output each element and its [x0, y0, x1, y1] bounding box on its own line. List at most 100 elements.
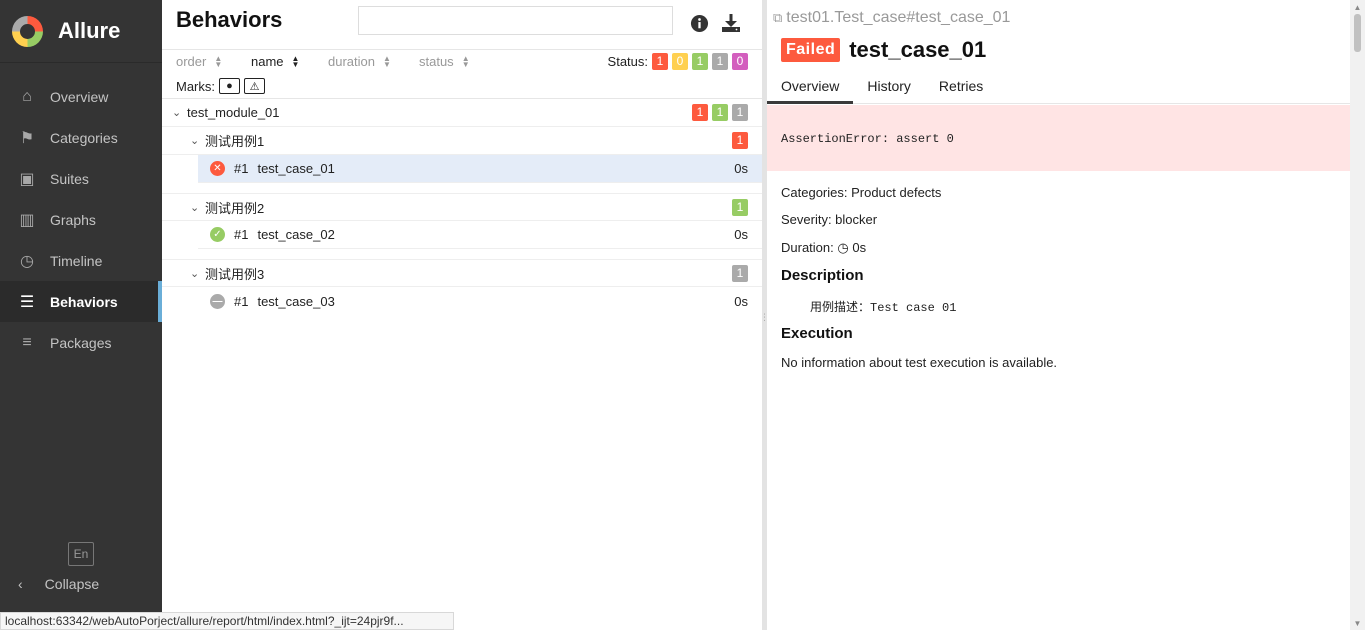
status-badge-skipped[interactable]: 1	[712, 53, 728, 70]
categories-line: Categories: Product defects	[781, 185, 942, 200]
sidebar: Allure ⌂ Overview ⚑ Categories ▣ Suites …	[0, 0, 162, 630]
search-input[interactable]	[358, 6, 673, 35]
info-icon[interactable]	[688, 12, 710, 34]
chevron-down-icon: ⌄	[190, 135, 200, 147]
status-badge-broken[interactable]: 0	[672, 53, 688, 70]
sort-arrows-icon: ▲ ▼	[382, 53, 391, 69]
story-counts: 1	[728, 265, 748, 282]
new-failed-warning-icon[interactable]: ⚠	[244, 78, 265, 94]
allure-logo-icon	[12, 15, 43, 47]
count-skipped: 1	[732, 104, 748, 121]
sidebar-item-label: Timeline	[50, 252, 103, 269]
sidebar-item-label: Behaviors	[50, 293, 118, 310]
test-row[interactable]: ✕ #1 test_case_01 0s	[198, 155, 762, 183]
sort-arrows-icon: ▲ ▼	[461, 53, 470, 69]
sidebar-item-label: Packages	[50, 334, 112, 351]
sort-duration-label: duration	[328, 54, 375, 69]
tree-group-story[interactable]: ⌄ 测试用例1 1	[162, 127, 762, 155]
sidebar-item-graphs[interactable]: ▥ Graphs	[0, 199, 162, 240]
sidebar-item-label: Graphs	[50, 211, 96, 228]
duration-line: Duration: ◷ 0s	[781, 240, 866, 256]
test-name: test_case_01	[257, 161, 335, 176]
status-filter: Status: 1 0 1 1 0	[608, 53, 748, 70]
skipped-status-icon: —	[210, 293, 225, 309]
test-order: #1	[234, 293, 249, 309]
brand[interactable]: Allure	[0, 0, 162, 63]
download-icon[interactable]	[720, 12, 742, 34]
sort-bar: order ▲ ▼ name ▲ ▼ duration ▲ ▼ status ▲ ▼ S…	[162, 50, 762, 74]
error-message-box[interactable]: AssertionError: assert 0	[767, 105, 1350, 171]
module-counts: 1 1 1	[688, 104, 748, 121]
description-text: 用例描述：Test case 01	[810, 301, 957, 315]
sort-status[interactable]: status ▲ ▼	[419, 54, 470, 69]
detail-tabs: Overview History Retries	[767, 72, 1350, 104]
test-row[interactable]: ✓ #1 test_case_02 0s	[198, 221, 762, 249]
breadcrumb-text: test01.Test_case#test_case_01	[786, 9, 1011, 26]
tab-history[interactable]: History	[853, 72, 925, 104]
test-title: test_case_01	[849, 37, 987, 62]
chevron-down-icon: ⌄	[190, 201, 200, 214]
sidebar-nav: ⌂ Overview ⚑ Categories ▣ Suites ▥ Graph…	[0, 76, 162, 363]
status-badge-failed[interactable]: 1	[652, 53, 668, 70]
story-name: 测试用例1	[205, 134, 265, 149]
duration-value: 0s	[852, 240, 867, 255]
test-order: #1	[234, 227, 249, 242]
page-scrollbar[interactable]: ▲ ▼	[1350, 0, 1365, 630]
sort-duration[interactable]: duration ▲ ▼	[328, 54, 391, 69]
sidebar-item-label: Categories	[50, 129, 118, 146]
sidebar-item-overview[interactable]: ⌂ Overview	[0, 76, 162, 117]
sort-status-label: status	[419, 54, 454, 69]
sidebar-item-behaviors[interactable]: ☰ Behaviors	[0, 281, 162, 322]
test-row[interactable]: — #1 test_case_03 0s	[198, 287, 762, 315]
sort-order[interactable]: order ▲ ▼	[176, 54, 222, 69]
tree-group-story[interactable]: ⌄ 测试用例3 1	[162, 259, 762, 287]
scroll-thumb[interactable]	[1354, 14, 1361, 52]
tab-overview[interactable]: Overview	[767, 72, 854, 104]
count-failed: 1	[732, 132, 748, 149]
count-passed: 1	[732, 199, 748, 216]
scroll-down-icon[interactable]: ▼	[1350, 616, 1365, 630]
language-button[interactable]: En	[68, 542, 94, 566]
status-filter-label: Status:	[607, 54, 648, 69]
scroll-up-icon[interactable]: ▲	[1350, 0, 1365, 14]
clock-icon: ◷	[837, 240, 849, 255]
bar-chart-icon: ▥	[19, 211, 35, 229]
marks-filter: Marks: ● ⚠	[162, 74, 762, 99]
test-title-row: Failed test_case_01	[781, 37, 986, 63]
count-failed: 1	[692, 104, 708, 121]
chevron-left-icon: ‹	[18, 576, 23, 592]
module-name: test_module_01	[187, 105, 280, 120]
tree-group-story[interactable]: ⌄ 测试用例2 1	[162, 193, 762, 221]
chevron-down-icon: ⌄	[172, 107, 182, 119]
story-counts: 1	[728, 132, 748, 149]
status-badge-unknown[interactable]: 0	[732, 53, 748, 70]
count-passed: 1	[712, 104, 728, 121]
test-duration: 0s	[734, 161, 748, 176]
briefcase-icon: ▣	[19, 170, 35, 188]
sidebar-item-timeline[interactable]: ◷ Timeline	[0, 240, 162, 281]
list-icon: ☰	[19, 293, 35, 311]
brand-name: Allure	[58, 18, 121, 43]
severity-line: Severity: blocker	[781, 212, 878, 227]
flaky-mark-bomb-icon[interactable]: ●	[219, 78, 240, 94]
chevron-down-icon: ⌄	[190, 267, 200, 280]
sidebar-item-packages[interactable]: ≡ Packages	[0, 322, 162, 363]
sidebar-item-categories[interactable]: ⚑ Categories	[0, 117, 162, 158]
tree-group-module[interactable]: ⌄ test_module_01 1 1 1	[162, 99, 762, 127]
sidebar-item-label: Suites	[50, 170, 89, 187]
test-name: test_case_02	[257, 227, 335, 242]
execution-text: No information about test execution is a…	[781, 355, 1058, 370]
sidebar-item-suites[interactable]: ▣ Suites	[0, 158, 162, 199]
execution-heading: Execution	[781, 325, 853, 342]
copy-icon[interactable]: ⧉	[773, 10, 782, 26]
test-detail-pane: ⧉ test01.Test_case#test_case_01 Failed t…	[767, 0, 1350, 630]
tab-retries[interactable]: Retries	[925, 72, 997, 104]
sort-arrows-icon: ▲ ▼	[291, 53, 300, 69]
status-badge-passed[interactable]: 1	[692, 53, 708, 70]
collapse-button[interactable]: ‹ Collapse	[18, 576, 99, 592]
sidebar-item-label: Overview	[50, 88, 109, 105]
sort-name[interactable]: name ▲ ▼	[251, 54, 299, 69]
test-duration: 0s	[734, 293, 748, 309]
test-duration: 0s	[734, 227, 748, 242]
error-message: AssertionError: assert 0	[781, 132, 954, 146]
